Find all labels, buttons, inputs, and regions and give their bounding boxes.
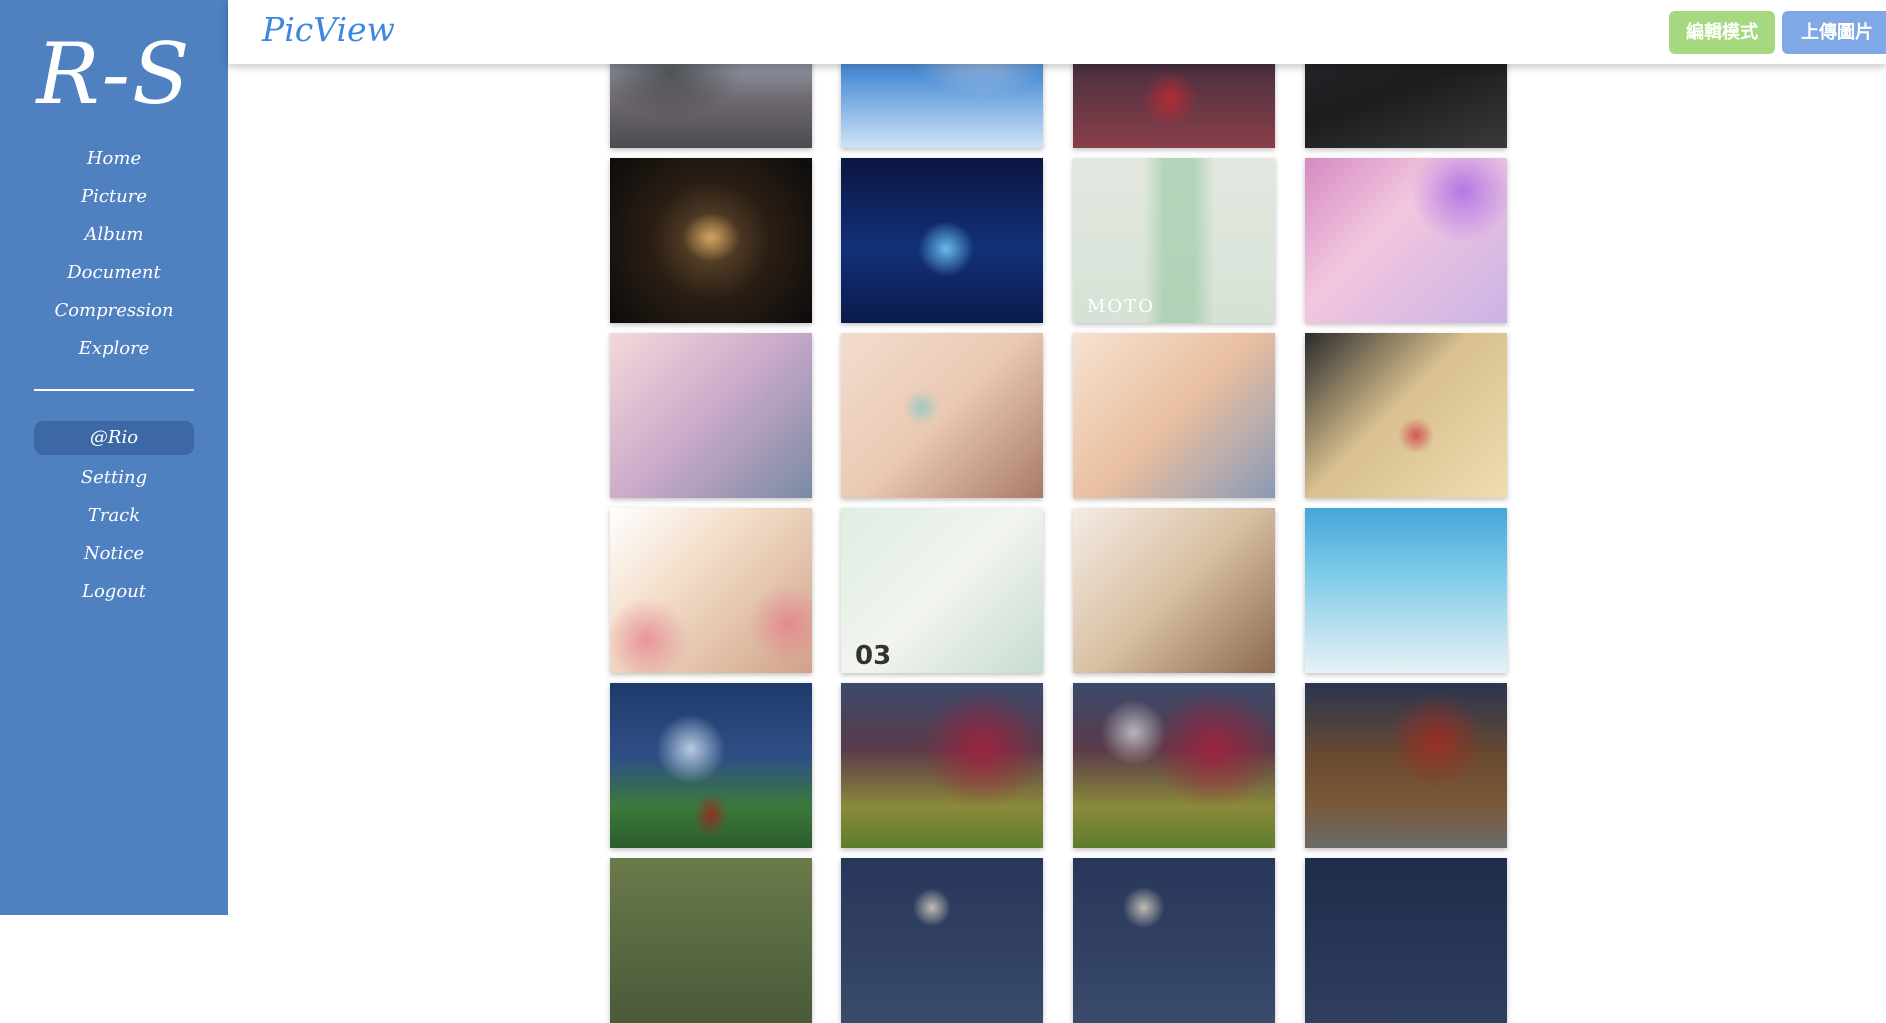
gallery-thumb[interactable]: 03 xyxy=(841,508,1043,673)
number-tag: 03 xyxy=(855,641,892,671)
photo-watermark-text: MOTO xyxy=(1087,296,1155,317)
gallery-thumb[interactable] xyxy=(1073,858,1275,1023)
user-name[interactable]: @Rio xyxy=(0,423,228,453)
gallery-thumb[interactable] xyxy=(610,158,812,323)
nav-item-document[interactable]: Document xyxy=(0,258,228,288)
gallery-thumb[interactable] xyxy=(1073,333,1275,498)
sidebar-divider xyxy=(34,389,194,391)
sidebar: R-S Home Picture Album Document Compress… xyxy=(0,0,228,915)
gallery-thumb[interactable] xyxy=(841,858,1043,1023)
gallery-thumb[interactable] xyxy=(1305,508,1507,673)
gallery-thumb[interactable] xyxy=(1305,858,1507,1023)
gallery-thumb[interactable] xyxy=(1305,158,1507,323)
upload-picture-button[interactable]: 上傳圖片 xyxy=(1782,11,1886,54)
gallery-thumb[interactable] xyxy=(841,683,1043,848)
site-logo[interactable]: R-S xyxy=(0,26,228,122)
brand-title[interactable]: PicView xyxy=(262,8,395,52)
nav-item-track[interactable]: Track xyxy=(0,501,228,531)
nav-item-home[interactable]: Home xyxy=(0,144,228,174)
edit-mode-button[interactable]: 編輯模式 xyxy=(1669,11,1775,54)
gallery-thumb[interactable] xyxy=(841,158,1043,323)
nav-item-setting[interactable]: Setting xyxy=(0,463,228,493)
gallery-thumb[interactable] xyxy=(1073,683,1275,848)
nav-item-notice[interactable]: Notice xyxy=(0,539,228,569)
gallery-thumb[interactable]: MOTO xyxy=(1073,158,1275,323)
gallery-thumb[interactable] xyxy=(1073,508,1275,673)
nav-item-explore[interactable]: Explore xyxy=(0,334,228,364)
gallery-thumb[interactable] xyxy=(610,333,812,498)
nav-item-compression[interactable]: Compression xyxy=(0,296,228,326)
gallery-thumb[interactable] xyxy=(1305,683,1507,848)
top-bar: PicView 編輯模式 上傳圖片 xyxy=(228,0,1886,64)
gallery-thumb[interactable] xyxy=(610,508,812,673)
gallery-thumb[interactable] xyxy=(1305,333,1507,498)
gallery-thumb[interactable] xyxy=(610,683,812,848)
nav-item-logout[interactable]: Logout xyxy=(0,577,228,607)
nav-item-picture[interactable]: Picture xyxy=(0,182,228,212)
gallery-thumb[interactable] xyxy=(841,333,1043,498)
nav-item-album[interactable]: Album xyxy=(0,220,228,250)
gallery-thumb[interactable] xyxy=(610,858,812,1023)
